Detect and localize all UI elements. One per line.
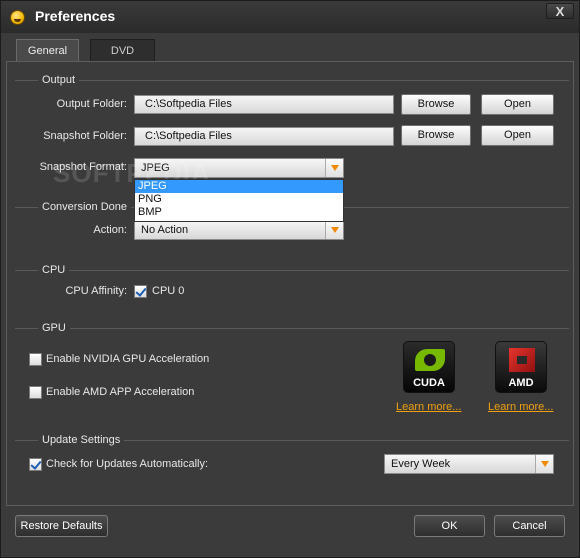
chevron-down-icon[interactable]	[325, 221, 343, 239]
ok-button[interactable]: OK	[414, 515, 485, 537]
output-folder-field[interactable]: C:\Softpedia Files	[134, 95, 394, 114]
action-select[interactable]: No Action	[134, 220, 344, 240]
action-value: No Action	[141, 224, 189, 236]
title-bar: Preferences X	[1, 1, 579, 33]
amd-checkbox[interactable]	[29, 386, 42, 399]
cpu-affinity-label: CPU Affinity:	[65, 285, 127, 297]
tab-dvd[interactable]: DVD	[90, 39, 155, 62]
amd-logo: AMD	[495, 341, 547, 393]
format-option-jpeg[interactable]: JPEG	[135, 180, 343, 193]
tab-general[interactable]: General	[16, 39, 79, 62]
separator	[15, 270, 569, 271]
cpu0-checkbox[interactable]	[134, 285, 147, 298]
chevron-down-icon[interactable]	[325, 159, 343, 177]
output-browse-button[interactable]: Browse	[401, 94, 471, 115]
action-label: Action:	[93, 224, 127, 236]
close-button[interactable]: X	[546, 3, 574, 19]
amd-learn-more-link[interactable]: Learn more...	[488, 401, 553, 413]
cuda-logo-text: CUDA	[413, 377, 445, 389]
separator	[15, 80, 569, 81]
nvidia-cuda-logo: CUDA	[403, 341, 455, 393]
section-cpu-heading: CPU	[38, 264, 70, 276]
chevron-down-icon[interactable]	[535, 455, 553, 473]
snapshot-folder-label: Snapshot Folder:	[43, 130, 127, 142]
check-updates-checkbox[interactable]	[29, 458, 42, 471]
output-open-button[interactable]: Open	[481, 94, 554, 115]
amd-logo-text: AMD	[508, 377, 534, 389]
window-title: Preferences	[35, 8, 116, 24]
separator	[15, 328, 569, 329]
check-updates-label: Check for Updates Automatically:	[46, 458, 209, 470]
restore-defaults-button[interactable]: Restore Defaults	[15, 515, 108, 537]
format-option-png[interactable]: PNG	[135, 193, 343, 206]
app-icon	[10, 10, 25, 25]
preferences-window: Preferences X General DVD SOFTPEDIA Outp…	[0, 0, 580, 558]
snapshot-format-select[interactable]: JPEG	[134, 158, 344, 178]
snapshot-format-label: Snapshot Format:	[39, 161, 127, 173]
amd-label: Enable AMD APP Acceleration	[46, 386, 195, 398]
amd-arrow-icon	[509, 348, 535, 372]
update-frequency-select[interactable]: Every Week	[384, 454, 554, 474]
section-gpu-heading: GPU	[38, 322, 70, 334]
snapshot-open-button[interactable]: Open	[481, 125, 554, 146]
cancel-button[interactable]: Cancel	[494, 515, 565, 537]
nvidia-checkbox[interactable]	[29, 353, 42, 366]
section-conversion-heading: Conversion Done	[38, 201, 131, 213]
section-output-heading: Output	[38, 74, 80, 86]
nvidia-learn-more-link[interactable]: Learn more...	[396, 401, 461, 413]
format-option-bmp[interactable]: BMP	[135, 206, 343, 219]
output-folder-label: Output Folder:	[56, 98, 127, 110]
section-update-heading: Update Settings	[38, 434, 125, 446]
nvidia-label: Enable NVIDIA GPU Acceleration	[46, 353, 210, 365]
snapshot-browse-button[interactable]: Browse	[401, 125, 471, 146]
update-frequency-value: Every Week	[391, 458, 451, 470]
cpu0-label: CPU 0	[152, 285, 185, 297]
snapshot-format-dropdown: JPEG PNG BMP	[134, 179, 344, 222]
snapshot-folder-field[interactable]: C:\Softpedia Files	[134, 127, 394, 146]
nvidia-eye-icon	[415, 349, 445, 371]
snapshot-format-value: JPEG	[141, 162, 170, 174]
